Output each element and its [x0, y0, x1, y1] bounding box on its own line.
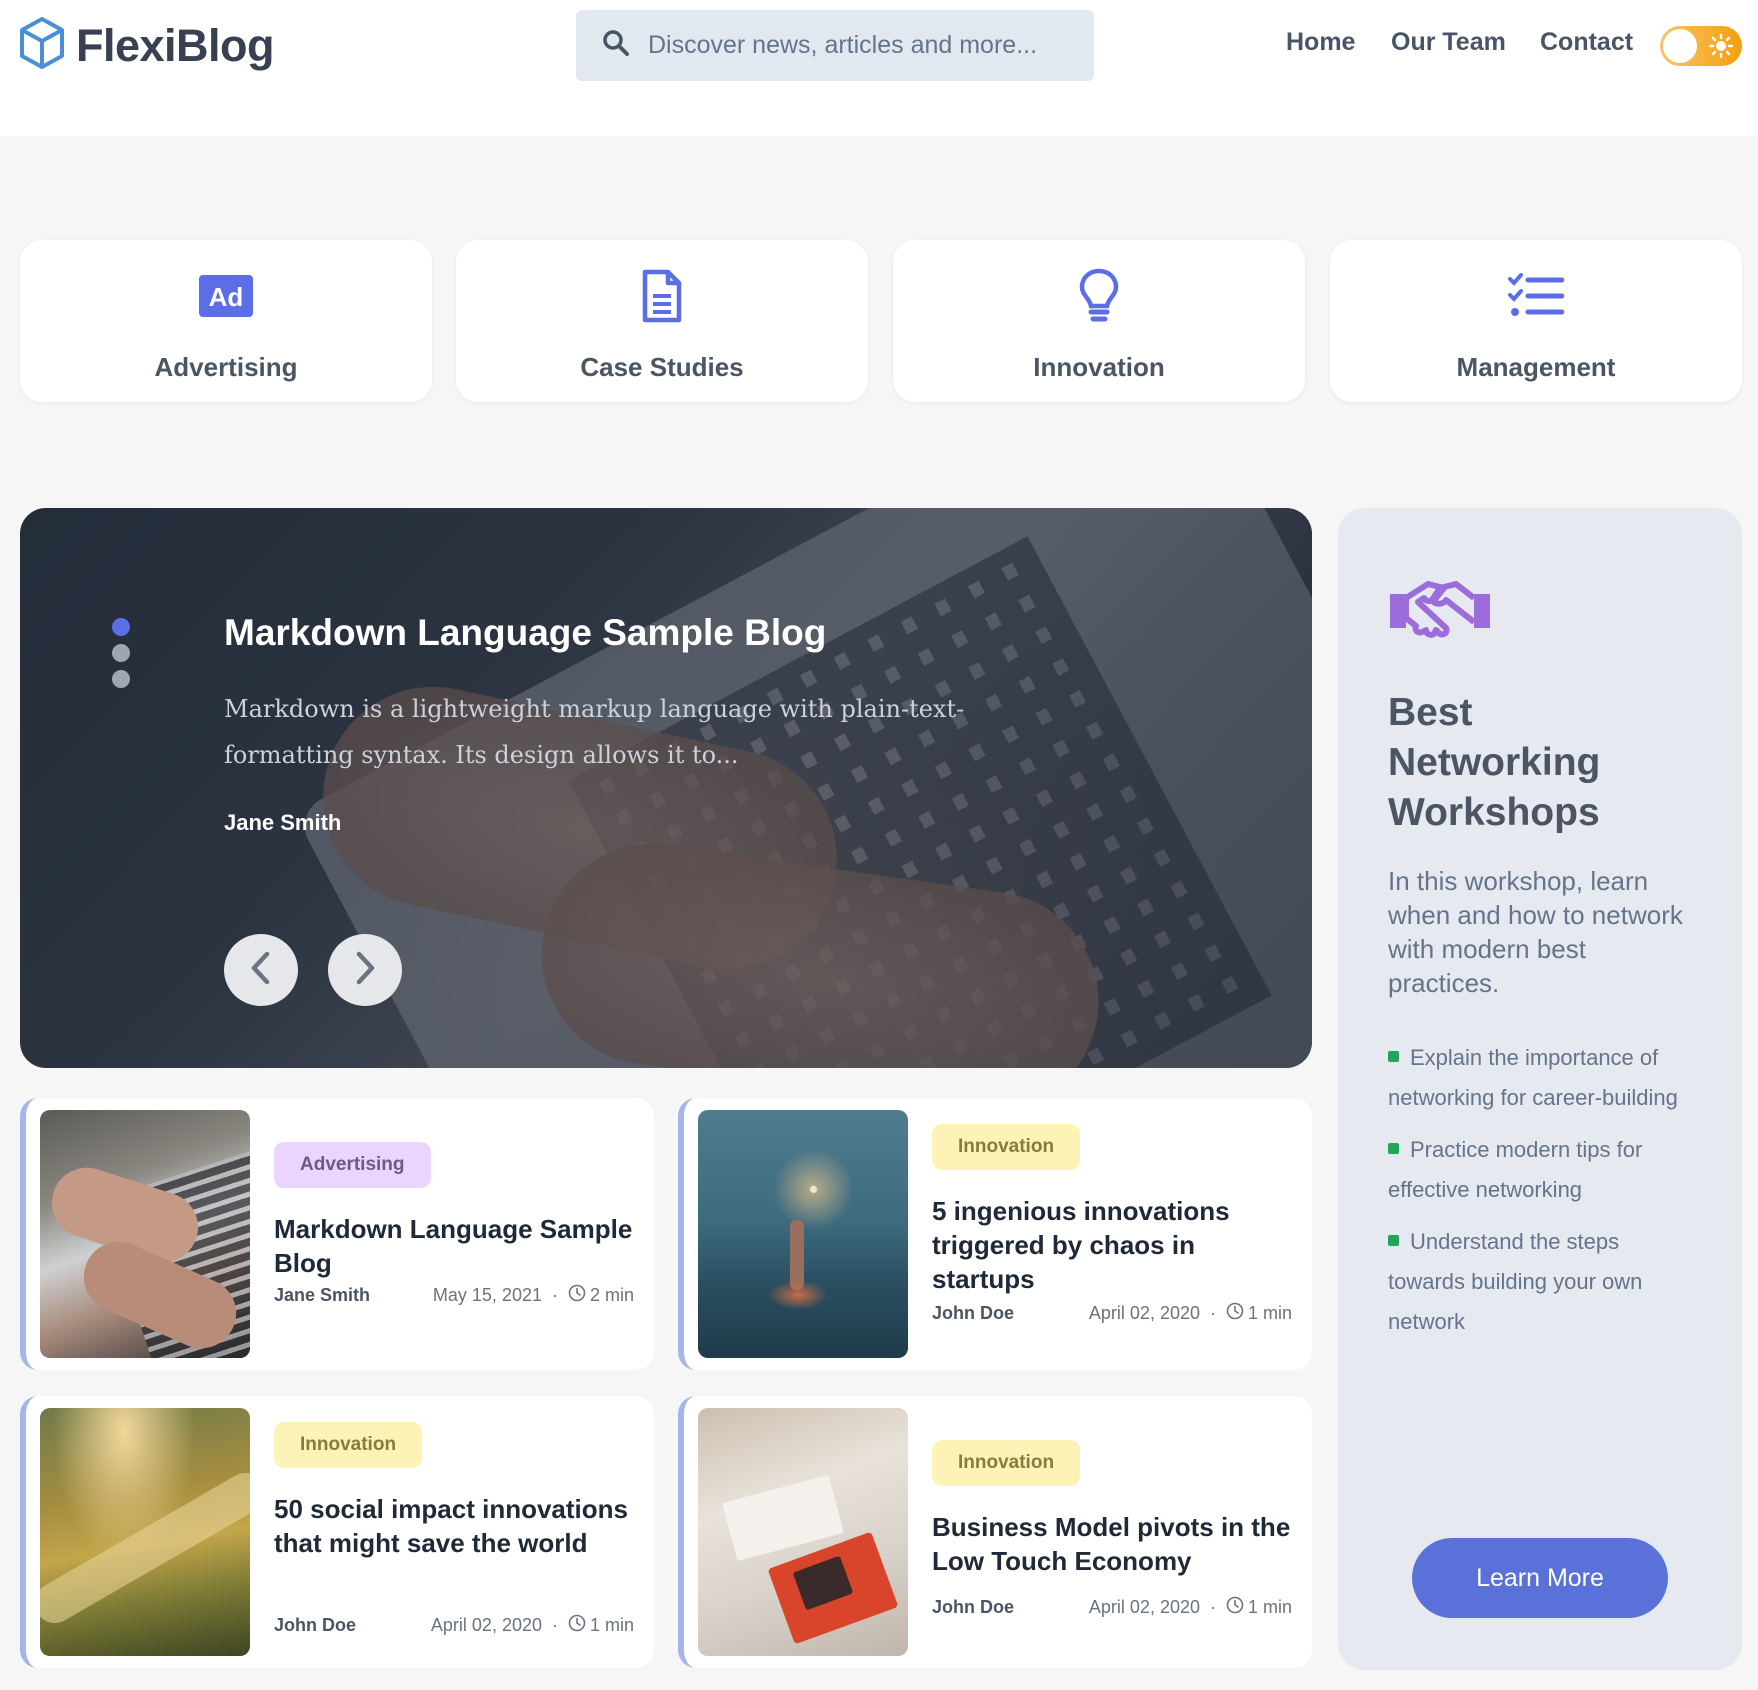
hero-author[interactable]: Jane Smith	[224, 810, 341, 836]
clock-icon	[1226, 1302, 1244, 1325]
search-input[interactable]	[648, 31, 1068, 60]
search-bar[interactable]	[576, 10, 1094, 81]
cube-logo-icon	[18, 16, 66, 75]
list-item: Explain the importance of networking for…	[1388, 1038, 1688, 1118]
site-logo[interactable]: FlexiBlog	[18, 16, 275, 75]
bullet-icon	[1388, 1050, 1399, 1062]
top-header: FlexiBlog Home Our Team Contact	[0, 0, 1758, 136]
category-label: Case Studies	[580, 352, 744, 382]
meta-separator: ·	[551, 1285, 558, 1305]
category-label: Management	[1456, 352, 1616, 382]
slider-next-button[interactable]	[328, 934, 402, 1006]
chevron-left-icon	[250, 951, 272, 990]
hero-slider[interactable]: Markdown Language Sample Blog Markdown i…	[20, 508, 1312, 1068]
bullet-icon	[1388, 1234, 1399, 1246]
post-title[interactable]: Business Model pivots in the Low Touch E…	[932, 1510, 1302, 1578]
sun-icon	[1708, 33, 1734, 63]
post-card[interactable]: Innovation 50 social impact innovations …	[20, 1396, 654, 1668]
list-item-text: Understand the steps towards building yo…	[1388, 1229, 1643, 1334]
learn-more-button[interactable]: Learn More	[1412, 1538, 1668, 1618]
category-label: Advertising	[154, 352, 298, 382]
slider-dot-2[interactable]	[112, 644, 130, 662]
slider-prev-button[interactable]	[224, 934, 298, 1006]
post-read-time: 1 min	[1226, 1302, 1292, 1325]
list-item-text: Explain the importance of networking for…	[1388, 1045, 1678, 1110]
post-tag[interactable]: Advertising	[274, 1142, 431, 1188]
logo-text: FlexiBlog	[76, 19, 275, 71]
post-card[interactable]: Innovation Business Model pivots in the …	[678, 1396, 1312, 1668]
post-meta: Jane Smith May 15, 2021 · 2 min	[274, 1284, 634, 1307]
checklist-icon	[1508, 268, 1564, 324]
slider-pagination	[112, 618, 130, 688]
toggle-knob	[1663, 29, 1697, 63]
post-date: April 02, 2020	[1088, 1597, 1200, 1617]
post-title[interactable]: 5 ingenious innovations triggered by cha…	[932, 1194, 1302, 1296]
nav-home[interactable]: Home	[1286, 28, 1355, 57]
sidebar-description: In this workshop, learn when and how to …	[1388, 866, 1683, 998]
read-time-text: 1 min	[1247, 1303, 1292, 1323]
handshake-icon	[1388, 578, 1492, 647]
post-thumbnail[interactable]	[698, 1110, 908, 1358]
sidebar-title: Best Networking Workshops	[1388, 691, 1601, 834]
slider-dot-1[interactable]	[112, 618, 130, 636]
list-item-text: Practice modern tips for effective netwo…	[1388, 1137, 1643, 1202]
hero-excerpt: Markdown is a lightweight markup languag…	[224, 695, 965, 769]
post-read-time: 2 min	[568, 1284, 634, 1307]
post-thumbnail[interactable]	[40, 1110, 250, 1358]
slider-dot-3[interactable]	[112, 670, 130, 688]
sidebar-bullet-list: Explain the importance of networking for…	[1388, 1038, 1688, 1354]
post-thumbnail[interactable]	[40, 1408, 250, 1656]
category-label: Innovation	[1033, 352, 1165, 382]
lightbulb-icon	[1079, 268, 1119, 324]
post-author[interactable]: Jane Smith	[274, 1285, 370, 1306]
meta-separator: ·	[1209, 1597, 1216, 1617]
hero-title[interactable]: Markdown Language Sample Blog	[224, 612, 826, 654]
post-tag[interactable]: Innovation	[274, 1422, 423, 1468]
category-card-advertising[interactable]: Ad Advertising	[20, 240, 432, 402]
post-meta: John Doe April 02, 2020 · 1 min	[274, 1614, 634, 1637]
post-thumbnail[interactable]	[698, 1408, 908, 1656]
post-meta: John Doe April 02, 2020 · 1 min	[932, 1302, 1292, 1325]
search-icon	[602, 29, 630, 62]
hero-overlay	[20, 508, 1312, 1068]
nav-contact[interactable]: Contact	[1540, 28, 1633, 57]
post-title[interactable]: Markdown Language Sample Blog	[274, 1212, 644, 1280]
post-tag[interactable]: Innovation	[932, 1124, 1081, 1170]
meta-separator: ·	[551, 1615, 558, 1635]
clock-icon	[1226, 1596, 1244, 1619]
theme-toggle[interactable]	[1660, 26, 1742, 66]
post-author[interactable]: John Doe	[932, 1597, 1014, 1618]
post-date: April 02, 2020	[430, 1615, 542, 1635]
bullet-icon	[1388, 1142, 1399, 1154]
category-card-case-studies[interactable]: Case Studies	[456, 240, 868, 402]
post-meta: John Doe April 02, 2020 · 1 min	[932, 1596, 1292, 1619]
clock-icon	[568, 1284, 586, 1307]
workshop-sidebar: Best Networking Workshops In this worksh…	[1338, 508, 1742, 1670]
post-title[interactable]: 50 social impact innovations that might …	[274, 1492, 644, 1560]
post-card[interactable]: Advertising Markdown Language Sample Blo…	[20, 1098, 654, 1370]
meta-separator: ·	[1209, 1303, 1216, 1323]
read-time-text: 2 min	[589, 1285, 634, 1305]
nav-our-team[interactable]: Our Team	[1391, 28, 1506, 57]
list-item: Practice modern tips for effective netwo…	[1388, 1130, 1688, 1210]
read-time-text: 1 min	[1247, 1597, 1292, 1617]
post-author[interactable]: John Doe	[932, 1303, 1014, 1324]
post-read-time: 1 min	[1226, 1596, 1292, 1619]
chevron-right-icon	[354, 951, 376, 990]
post-read-time: 1 min	[568, 1614, 634, 1637]
svg-text:Ad: Ad	[209, 282, 244, 312]
post-date: April 02, 2020	[1088, 1303, 1200, 1323]
post-tag[interactable]: Innovation	[932, 1440, 1081, 1486]
post-date: May 15, 2021	[432, 1285, 542, 1305]
list-item: Understand the steps towards building yo…	[1388, 1222, 1688, 1342]
clock-icon	[568, 1614, 586, 1637]
post-author[interactable]: John Doe	[274, 1615, 356, 1636]
post-card[interactable]: Innovation 5 ingenious innovations trigg…	[678, 1098, 1312, 1370]
ad-icon: Ad	[199, 268, 253, 324]
document-icon	[641, 268, 683, 324]
category-card-innovation[interactable]: Innovation	[893, 240, 1305, 402]
read-time-text: 1 min	[589, 1615, 634, 1635]
category-card-management[interactable]: Management	[1330, 240, 1742, 402]
